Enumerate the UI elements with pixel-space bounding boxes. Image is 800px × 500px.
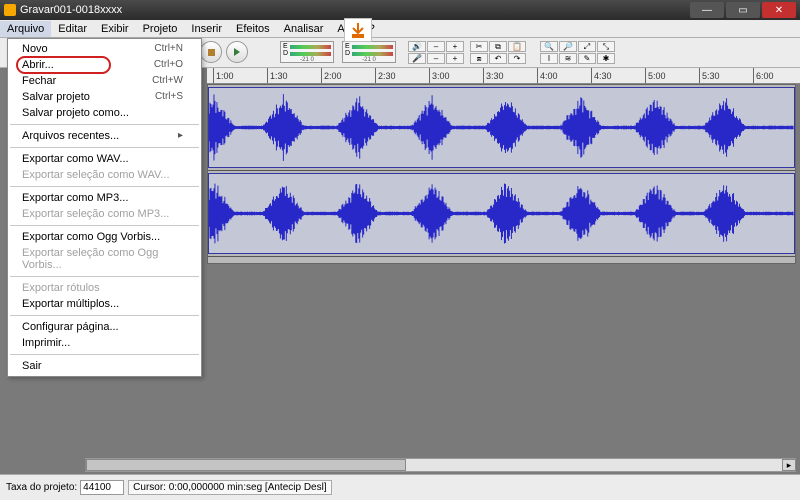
file-menu-dropdown: NovoCtrl+NAbrir...Ctrl+OFecharCtrl+WSalv… — [7, 38, 202, 377]
zoom-in-icon[interactable]: 🔍 — [540, 41, 558, 52]
output-meter: E D -21 0 — [280, 41, 334, 63]
selection-tool-icon[interactable]: I — [540, 53, 558, 64]
edit-tools: ✂⧉📋 ⧈↶↷ — [470, 41, 526, 64]
menu-editar[interactable]: Editar — [51, 21, 94, 37]
title-bar: Gravar001-0018xxxx — ▭ ✕ — [0, 0, 800, 20]
menu-separator — [10, 276, 199, 277]
stop-button[interactable] — [200, 41, 222, 63]
menu-item-sair[interactable]: Sair — [8, 358, 201, 374]
menu-bar: ArquivoEditarExibirProjetoInserirEfeitos… — [0, 20, 800, 38]
envelope-tool-icon[interactable]: ≋ — [559, 53, 577, 64]
menu-item-exportar-sele-o-como-mp: Exportar seleção como MP3... — [8, 206, 201, 222]
draw-tool-icon[interactable]: ✎ — [578, 53, 596, 64]
zoom-tools: 🔍🔎⤢⤡ I≋✎✱ — [540, 41, 615, 64]
horizontal-scrollbar[interactable]: ◂ ▸ — [85, 458, 796, 472]
menu-item-exportar-sele-o-como-wav: Exportar seleção como WAV... — [8, 167, 201, 183]
redo-icon[interactable]: ↷ — [508, 53, 526, 64]
menu-item-exportar-r-tulos: Exportar rótulos — [8, 280, 201, 296]
scroll-thumb[interactable] — [86, 459, 406, 471]
menu-item-exportar-como-mp[interactable]: Exportar como MP3... — [8, 190, 201, 206]
timeline-tick: 4:30 — [591, 68, 612, 84]
menu-separator — [10, 147, 199, 148]
copy-icon[interactable]: ⧉ — [489, 41, 507, 52]
timeline-tick: 5:00 — [645, 68, 666, 84]
play-button[interactable] — [226, 41, 248, 63]
menu-item-fechar[interactable]: FecharCtrl+W — [8, 73, 201, 89]
menu-item-exportar-m-ltiplos[interactable]: Exportar múltiplos... — [8, 296, 201, 312]
menu-item-exportar-como-wav[interactable]: Exportar como WAV... — [8, 151, 201, 167]
menu-item-configurar-p-gina[interactable]: Configurar página... — [8, 319, 201, 335]
speaker-icon[interactable]: 🔊 — [408, 41, 426, 52]
audio-track-left[interactable] — [208, 85, 795, 171]
timeline-tick: 2:30 — [375, 68, 396, 84]
menu-item-novo[interactable]: NovoCtrl+N — [8, 41, 201, 57]
menu-item-exportar-como-ogg-vorbis[interactable]: Exportar como Ogg Vorbis... — [8, 229, 201, 245]
menu-item-imprimir[interactable]: Imprimir... — [8, 335, 201, 351]
timeline-tick: 1:00 — [213, 68, 234, 84]
status-bar: Taxa do projeto: Cursor: 0:00,000000 min… — [0, 474, 800, 500]
app-icon — [4, 4, 16, 16]
track-area — [207, 84, 796, 264]
minimize-button[interactable]: — — [690, 2, 724, 18]
mic-icon[interactable]: 🎤 — [408, 53, 426, 64]
menu-separator — [10, 354, 199, 355]
trim-icon[interactable]: ⧈ — [470, 53, 488, 64]
close-button[interactable]: ✕ — [762, 2, 796, 18]
scroll-right-arrow[interactable]: ▸ — [782, 459, 796, 471]
timeline-tick: 6:00 — [753, 68, 774, 84]
menu-separator — [10, 225, 199, 226]
timeline-tick: 2:00 — [321, 68, 342, 84]
menu-item-abrir[interactable]: Abrir...Ctrl+O — [8, 57, 201, 73]
menu-item-salvar-projeto[interactable]: Salvar projetoCtrl+S — [8, 89, 201, 105]
audio-track-right[interactable] — [208, 171, 795, 257]
undo-icon[interactable]: ↶ — [489, 53, 507, 64]
menu-item-salvar-projeto-como[interactable]: Salvar projeto como... — [8, 105, 201, 121]
cut-icon[interactable]: ✂ — [470, 41, 488, 52]
project-rate-label: Taxa do projeto: — [6, 482, 77, 493]
volume-tools: 🔊–+ 🎤–+ — [408, 41, 464, 64]
menu-projeto[interactable]: Projeto — [136, 21, 185, 37]
menu-separator — [10, 186, 199, 187]
timeline-tick: 3:30 — [483, 68, 504, 84]
transport-controls — [200, 41, 248, 63]
timeline-tick: 1:30 — [267, 68, 288, 84]
project-rate-input[interactable] — [80, 480, 124, 495]
zoom-out-icon[interactable]: 🔎 — [559, 41, 577, 52]
multi-tool-icon[interactable]: ✱ — [597, 53, 615, 64]
paste-icon[interactable]: 📋 — [508, 41, 526, 52]
timeline-tick: 4:00 — [537, 68, 558, 84]
menu-arquivo[interactable]: Arquivo — [0, 21, 51, 37]
maximize-button[interactable]: ▭ — [726, 2, 760, 18]
download-arrow-icon[interactable] — [344, 18, 372, 42]
timeline-tick: 3:00 — [429, 68, 450, 84]
timeline-ruler[interactable]: 1:00 1:30 2:00 2:30 3:00 3:30 4:00 4:30 5:00 5:30… — [207, 68, 800, 84]
cursor-position: Cursor: 0:00,000000 min:seg [Antecip Des… — [128, 480, 331, 495]
menu-item-arquivos-recentes[interactable]: Arquivos recentes...▸ — [8, 128, 201, 144]
menu-analisar[interactable]: Analisar — [277, 21, 331, 37]
input-meter: E D -21 0 — [342, 41, 396, 63]
menu-exibir[interactable]: Exibir — [94, 21, 136, 37]
menu-inserir[interactable]: Inserir — [184, 21, 229, 37]
timeline-tick: 5:30 — [699, 68, 720, 84]
menu-separator — [10, 315, 199, 316]
menu-separator — [10, 124, 199, 125]
menu-efeitos[interactable]: Efeitos — [229, 21, 277, 37]
menu-item-exportar-sele-o-como-ogg-vorbis: Exportar seleção como Ogg Vorbis... — [8, 245, 201, 273]
window-title: Gravar001-0018xxxx — [20, 4, 122, 16]
